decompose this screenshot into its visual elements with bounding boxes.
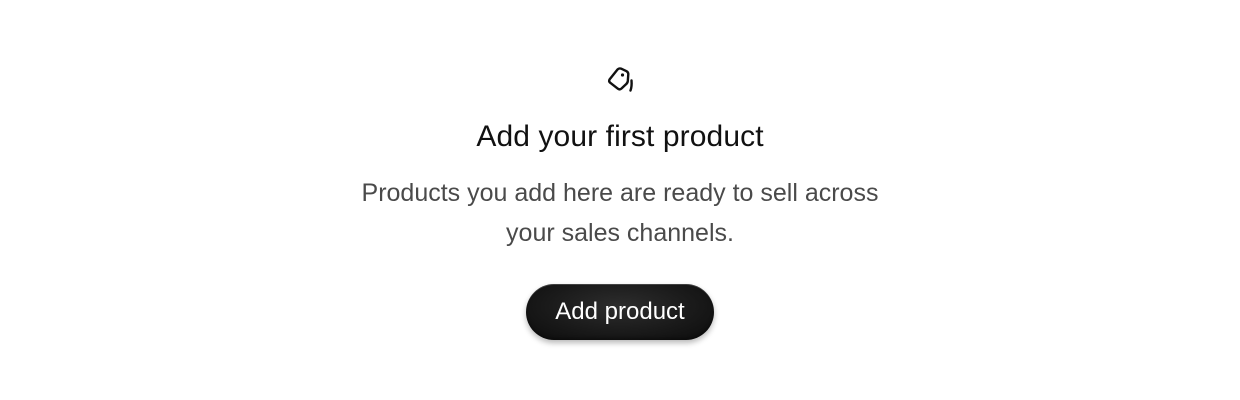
empty-state: Add your first product Products you add … (0, 0, 1240, 400)
tag-icon (604, 64, 636, 96)
description-line-2: your sales channels. (506, 219, 734, 247)
empty-state-title: Add your first product (476, 120, 764, 153)
add-product-button[interactable]: Add product (526, 284, 714, 340)
empty-state-description: Products you add here are ready to sell … (320, 173, 920, 253)
description-line-1: Products you add here are ready to sell … (361, 179, 879, 207)
